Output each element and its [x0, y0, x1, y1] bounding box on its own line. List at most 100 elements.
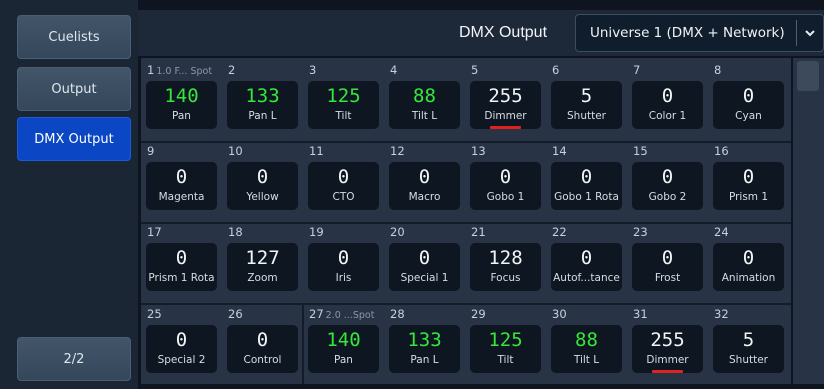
channel-value-box: 5 Shutter [551, 81, 622, 129]
channel-value-box: 128 Focus [470, 243, 541, 291]
channel-value-box: 127 Zoom [227, 243, 298, 291]
channel-number-text: 30 [552, 307, 567, 321]
scrollbar[interactable] [793, 58, 824, 384]
channel-cell[interactable]: 20 0 Special 1 [384, 223, 465, 303]
channel-value-box: 255 Dimmer [632, 325, 703, 373]
channel-attribute-name: Pan [172, 110, 191, 122]
dimmer-marker [490, 126, 521, 129]
channel-value-box: 0 Special 1 [389, 243, 460, 291]
channel-cell[interactable]: 18 127 Zoom [222, 223, 303, 303]
output-button[interactable]: Output [17, 67, 131, 111]
channel-cell[interactable]: 17 0 Prism 1 Rota [141, 223, 222, 303]
channel-cell[interactable]: 21 128 Focus [465, 223, 546, 303]
channel-attribute-name: Tilt L [411, 110, 438, 122]
channel-value: 88 [413, 85, 436, 107]
channel-cell[interactable]: 1 1.0 F... Spot 140 Pan [141, 61, 222, 141]
channel-attribute-name: Dimmer [646, 354, 689, 366]
channel-number-text: 32 [714, 307, 729, 321]
channel-cell[interactable]: 3 125 Tilt [303, 61, 384, 141]
channel-number-text: 6 [552, 63, 560, 77]
channel-attribute-name: Special 2 [157, 354, 206, 366]
channel-number-text: 15 [633, 144, 648, 158]
channel-cell[interactable]: 24 0 Animation [708, 223, 789, 303]
fixture-label: 1.0 F... Spot [156, 66, 213, 77]
channel-cell[interactable]: 2 133 Pan L [222, 61, 303, 141]
channel-cell[interactable]: 23 0 Frost [627, 223, 708, 303]
channel-number: 28 [390, 307, 464, 321]
channel-cell[interactable]: 15 0 Gobo 2 [627, 142, 708, 222]
channel-number-text: 23 [633, 225, 648, 239]
channel-number: 11 [309, 144, 383, 158]
channel-attribute-name: Prism 1 [728, 191, 769, 203]
channel-cell[interactable]: 29 125 Tilt [465, 305, 546, 385]
channel-value: 0 [175, 329, 188, 351]
channel-attribute-name: Gobo 1 [486, 191, 525, 203]
channel-cell[interactable]: 19 0 Iris [303, 223, 384, 303]
channel-number-text: 25 [147, 307, 162, 321]
channel-cell[interactable]: 6 5 Shutter [546, 61, 627, 141]
channel-number-text: 18 [228, 225, 243, 239]
channel-cell[interactable]: 30 88 Tilt L [546, 305, 627, 385]
channel-number-text: 20 [390, 225, 405, 239]
channel-attribute-name: Pan [334, 354, 353, 366]
channel-attribute-name: Shutter [567, 110, 606, 122]
channel-cell[interactable]: 16 0 Prism 1 [708, 142, 789, 222]
channel-number-text: 27 [309, 307, 324, 321]
channel-number: 30 [552, 307, 626, 321]
channel-cell[interactable]: 22 0 Autof...tance [546, 223, 627, 303]
dmx-channel-grid: 1 1.0 F... Spot 140 Pan 2 133 Pan L 3 125 Tilt 4 88… [141, 58, 791, 384]
channel-cell[interactable]: 12 0 Macro [384, 142, 465, 222]
page-toggle-button[interactable]: 2/2 [17, 337, 131, 381]
channel-number: 13 [471, 144, 545, 158]
channel-value: 140 [326, 329, 361, 351]
dmx-output-button[interactable]: DMX Output [17, 117, 131, 161]
channel-number-text: 16 [714, 144, 729, 158]
channel-attribute-name: Autof...tance [553, 272, 620, 284]
channel-number: 2 [228, 63, 302, 77]
channel-number: 10 [228, 144, 302, 158]
channel-value: 0 [742, 247, 755, 269]
channel-value: 125 [488, 329, 523, 351]
scrollbar-thumb[interactable] [797, 61, 819, 91]
channel-number-text: 9 [147, 144, 155, 158]
channel-cell[interactable]: 31 255 Dimmer [627, 305, 708, 385]
channel-attribute-name: Color 1 [648, 110, 687, 122]
channel-cell[interactable]: 13 0 Gobo 1 [465, 142, 546, 222]
channel-value-box: 133 Pan L [389, 325, 460, 373]
chevron-down-icon[interactable] [797, 27, 823, 40]
channel-value: 0 [661, 247, 674, 269]
fixture-label: 2.0 ...Spot [325, 310, 375, 321]
channel-attribute-name: Pan L [410, 354, 439, 366]
channel-number-text: 22 [552, 225, 567, 239]
channel-value: 125 [326, 85, 361, 107]
channel-cell[interactable]: 25 0 Special 2 [141, 305, 222, 385]
channel-cell[interactable]: 26 0 Control [222, 305, 303, 385]
channel-number: 21 [471, 225, 545, 239]
channel-number: 25 [147, 307, 221, 321]
cuelists-button[interactable]: Cuelists [17, 15, 131, 59]
channel-number: 5 [471, 63, 545, 77]
channel-attribute-name: Control [243, 354, 282, 366]
channel-attribute-name: Frost [654, 272, 681, 284]
channel-number: 18 [228, 225, 302, 239]
channel-number-text: 13 [471, 144, 486, 158]
channel-cell[interactable]: 28 133 Pan L [384, 305, 465, 385]
channel-value: 127 [245, 247, 280, 269]
channel-cell[interactable]: 11 0 CTO [303, 142, 384, 222]
channel-number: 31 [633, 307, 707, 321]
channel-number: 23 [633, 225, 707, 239]
channel-cell[interactable]: 14 0 Gobo 1 Rota [546, 142, 627, 222]
channel-cell[interactable]: 8 0 Cyan [708, 61, 789, 141]
channel-value-box: 0 Special 2 [146, 325, 217, 373]
channel-cell[interactable]: 10 0 Yellow [222, 142, 303, 222]
channel-value-box: 140 Pan [308, 325, 379, 373]
fixture-divider [302, 305, 304, 384]
channel-value: 88 [575, 329, 598, 351]
channel-cell[interactable]: 7 0 Color 1 [627, 61, 708, 141]
channel-cell[interactable]: 32 5 Shutter [708, 305, 789, 385]
universe-select[interactable]: Universe 1 (DMX + Network) [575, 14, 824, 52]
channel-cell[interactable]: 5 255 Dimmer [465, 61, 546, 141]
channel-cell[interactable]: 27 2.0 ...Spot 140 Pan [303, 305, 384, 385]
channel-cell[interactable]: 4 88 Tilt L [384, 61, 465, 141]
channel-cell[interactable]: 9 0 Magenta [141, 142, 222, 222]
